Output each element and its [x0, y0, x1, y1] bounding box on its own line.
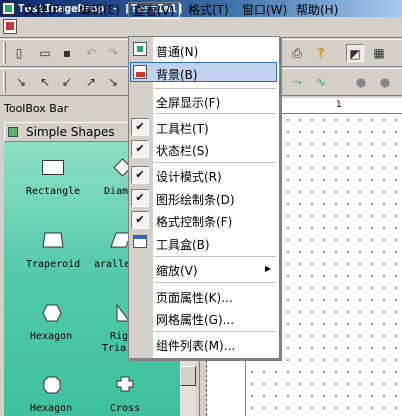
menu-separator [154, 256, 276, 257]
toolbar-grip[interactable] [3, 42, 6, 64]
shape-label-cross[interactable]: Cross [110, 403, 140, 414]
design-mode-check-icon: ✔ [131, 166, 149, 184]
statusbar-check-icon: ✔ [131, 140, 149, 158]
curve-icon[interactable]: ∿ [312, 73, 330, 91]
format-bar-check-icon: ✔ [131, 211, 149, 229]
menu-item-design-mode[interactable]: 设计模式(R) [156, 168, 222, 185]
redo-icon[interactable]: ↷ [104, 44, 122, 62]
trapezoid-shape-icon[interactable] [42, 232, 64, 248]
shape-label-parallelogram[interactable]: aralle [94, 259, 130, 270]
toolbar-grip-2[interactable] [3, 71, 6, 93]
scroll-down-button[interactable] [180, 366, 196, 386]
octagon-shape-icon[interactable] [43, 376, 61, 394]
submenu-arrow-icon: ▶ [265, 264, 272, 273]
shape-group-title: Simple Shapes [26, 125, 115, 139]
menu-item-fullscreen[interactable]: 全屏显示(F) [156, 94, 220, 111]
menu-format[interactable]: 格式(T) [184, 2, 233, 19]
connector-icon-2[interactable]: ↖ [36, 73, 54, 91]
menu-item-toolbox[interactable]: 工具盒(B) [156, 236, 210, 253]
design-mode-icon[interactable]: ◩ [346, 44, 364, 62]
connector-icon-4[interactable]: ↗ [82, 73, 100, 91]
app-icon[interactable] [2, 2, 15, 15]
shape-label-hexagon[interactable]: Hexagon [30, 331, 72, 342]
shape-label-right-2[interactable]: Tria [102, 343, 126, 354]
print-icon[interactable]: ⎙ [288, 44, 306, 62]
shape-label-diamond[interactable]: Diam [104, 186, 128, 197]
toolbar-check-icon: ✔ [131, 118, 149, 136]
menu-item-statusbar[interactable]: 状态栏(S) [156, 142, 209, 159]
menu-item-grid-properties[interactable]: 网格属性(G)... [156, 311, 234, 328]
menu-item-background[interactable]: 背景(B) [156, 66, 198, 83]
menu-separator [154, 331, 276, 332]
normal-view-icon [133, 42, 147, 56]
menu-item-zoom[interactable]: 缩放(V) [156, 262, 198, 279]
connector-icon-3[interactable]: ↙ [58, 73, 76, 91]
menu-window[interactable]: 窗口(W) [238, 2, 291, 19]
save-icon[interactable]: ▪ [58, 44, 76, 62]
connector-icon-5[interactable]: ↘ [104, 73, 122, 91]
grid-icon[interactable]: ▦ [370, 44, 388, 62]
menu-edit[interactable]: 编辑(E) [75, 2, 124, 19]
menu-help[interactable]: 帮助(H) [292, 2, 342, 19]
page-edge [206, 360, 232, 416]
toolbox-bar-title: ToolBox Bar [4, 102, 69, 115]
document-icon[interactable] [3, 19, 17, 34]
toolbox-icon [133, 235, 147, 248]
shape-label-trapezoid[interactable]: Traperoid [26, 259, 80, 270]
shape-group-icon [8, 127, 18, 137]
open-icon[interactable]: ▭ [36, 44, 54, 62]
polyline-icon[interactable]: ⤳ [288, 73, 306, 91]
menu-item-page-properties[interactable]: 页面属性(K)... [156, 289, 233, 306]
menu-item-toolbar[interactable]: 工具栏(T) [156, 120, 209, 137]
help-icon[interactable]: ? [312, 44, 330, 62]
rectangle-shape-icon[interactable] [42, 160, 64, 175]
menu-file[interactable]: 文件(F) [20, 2, 68, 19]
menu-item-normal[interactable]: 普通(N) [156, 43, 198, 60]
new-icon[interactable]: ▯ [10, 44, 28, 62]
menu-bar [0, 17, 402, 38]
shape-label-hexagon-2[interactable]: Hexagon [30, 403, 72, 414]
ruler-tick-label: 1 [336, 100, 342, 110]
cross-shape-icon[interactable] [116, 376, 134, 392]
undo-icon[interactable]: ↶ [82, 44, 100, 62]
background-icon [133, 65, 147, 79]
menu-highlight [130, 62, 277, 82]
menu-separator [154, 162, 276, 163]
shape-label-right-1[interactable]: Rig [110, 331, 128, 342]
group-icon[interactable]: ● [352, 73, 370, 91]
hexagon-shape-icon[interactable] [42, 304, 62, 322]
menu-item-drawing-bar[interactable]: 图形绘制条(D) [156, 191, 235, 208]
menu-item-format-bar[interactable]: 格式控制条(F) [156, 213, 232, 230]
ungroup-icon[interactable]: ● [376, 73, 394, 91]
menu-item-component-list[interactable]: 组件列表(M)... [156, 337, 235, 354]
menu-separator [154, 88, 276, 89]
menu-separator [154, 113, 276, 114]
shape-label-rectangle[interactable]: Rectangle [26, 186, 80, 197]
menu-separator [154, 282, 276, 283]
menu-view[interactable]: 查看(V) [128, 2, 180, 19]
connector-icon-1[interactable]: ↘ [12, 73, 30, 91]
drawing-bar-check-icon: ✔ [131, 189, 149, 207]
